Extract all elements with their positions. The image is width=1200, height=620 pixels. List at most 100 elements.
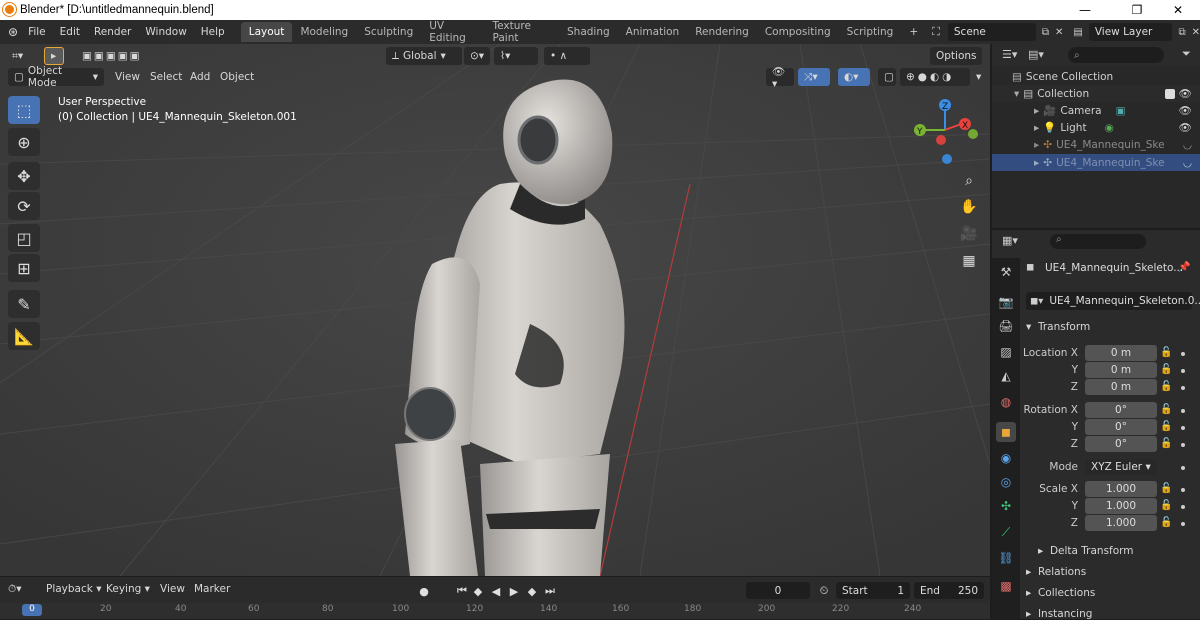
keyframe-dot-icon[interactable]: [1181, 488, 1185, 492]
camera-view-icon[interactable]: 🎥: [958, 223, 980, 245]
collections-panel[interactable]: ▸ Collections: [1026, 587, 1095, 599]
start-frame-field[interactable]: Start 1: [836, 582, 910, 599]
rotation-y-field[interactable]: 0°: [1085, 419, 1157, 435]
tab-modeling[interactable]: Modeling: [292, 22, 356, 42]
armature-data-tab-icon[interactable]: ✣: [996, 496, 1016, 516]
tool-measure-icon[interactable]: 📐: [8, 322, 40, 350]
outliner-row-scene-collection[interactable]: ▤ Scene Collection: [992, 68, 1200, 85]
keyframe-dot-icon[interactable]: [1181, 409, 1185, 413]
lock-icon[interactable]: 🔓: [1160, 500, 1172, 511]
keyframe-dot-icon[interactable]: [1181, 426, 1185, 430]
scene-icon[interactable]: ⛶: [932, 25, 940, 39]
properties-editor-icon[interactable]: ▦▾: [1002, 234, 1018, 247]
eye-icon[interactable]: 👁: [1179, 87, 1192, 100]
visibility-icon[interactable]: 👁▾: [766, 66, 794, 90]
lock-icon[interactable]: 🔓: [1160, 364, 1172, 375]
keyframe-dot-icon[interactable]: [1181, 369, 1185, 373]
view-layer-field[interactable]: View Layer: [1088, 23, 1173, 41]
expand-arrow-icon[interactable]: ▾: [1014, 88, 1019, 100]
modifier-tab-icon[interactable]: ◉: [996, 448, 1016, 468]
transform-panel-header[interactable]: ▾ Transform: [1026, 321, 1090, 333]
shading-options-icon[interactable]: ▾: [970, 68, 986, 86]
menu-window[interactable]: Window: [145, 26, 186, 38]
pin-icon[interactable]: 📌: [1178, 262, 1190, 273]
render-tab-icon[interactable]: 📷: [996, 292, 1016, 312]
scale-z-field[interactable]: 1.000: [1085, 515, 1157, 531]
menu-help[interactable]: Help: [201, 26, 225, 38]
playhead[interactable]: 0: [22, 604, 42, 616]
mode-dropdown[interactable]: ▢ Object Mode ▾: [8, 65, 104, 89]
properties-search-input[interactable]: ⌕: [1050, 234, 1146, 249]
keyframe-dot-icon[interactable]: [1181, 505, 1185, 509]
tab-animation[interactable]: Animation: [618, 22, 688, 42]
outliner-search-input[interactable]: ⌕: [1068, 47, 1164, 63]
current-frame-field[interactable]: 0: [746, 582, 810, 599]
pan-hand-icon[interactable]: ✋: [958, 196, 980, 218]
tool-select-icon[interactable]: ⬚: [8, 96, 40, 124]
expand-arrow-icon[interactable]: ▸: [1034, 105, 1039, 117]
location-z-field[interactable]: 0 m: [1085, 379, 1157, 395]
remove-scene-icon[interactable]: ✕: [1055, 27, 1063, 38]
selection-mode-icons[interactable]: ▣▣▣▣▣: [76, 47, 160, 65]
new-scene-icon[interactable]: ⧉: [1042, 27, 1049, 38]
zoom-icon[interactable]: ⌕: [958, 170, 980, 192]
editor-type-icon[interactable]: ⌗▾: [6, 47, 34, 65]
outliner-row-skeleton-selected[interactable]: ▸ ✣ UE4_Mannequin_Ske ◡: [992, 154, 1200, 171]
keyframe-dot-icon[interactable]: [1181, 522, 1185, 526]
timeline-menu-playback[interactable]: Playback ▾: [46, 583, 101, 595]
lock-icon[interactable]: 🔓: [1160, 381, 1172, 392]
pivot-point-icon[interactable]: ⊙▾: [464, 47, 490, 65]
tab-shading[interactable]: Shading: [559, 22, 618, 42]
relations-panel[interactable]: ▸ Relations: [1026, 566, 1086, 578]
lock-icon[interactable]: 🔓: [1160, 421, 1172, 432]
tab-rendering[interactable]: Rendering: [687, 22, 757, 42]
xray-icon[interactable]: ▢: [878, 68, 896, 86]
viewport-menu-add[interactable]: Add: [190, 71, 210, 83]
outliner-row-collection[interactable]: ▾ ▤ Collection 👁: [992, 85, 1200, 102]
timeline-editor-icon[interactable]: ⏱▾: [8, 583, 21, 596]
tool-cursor-icon[interactable]: ⊕: [8, 128, 40, 156]
rotation-x-field[interactable]: 0°: [1085, 402, 1157, 418]
jump-start-icon[interactable]: ⏮: [454, 583, 470, 599]
options-button[interactable]: Options: [930, 47, 982, 65]
viewport-menu-view[interactable]: View: [115, 71, 140, 83]
scene-tab-icon[interactable]: ◭: [996, 366, 1016, 386]
tab-layout[interactable]: Layout: [240, 22, 293, 42]
rotation-mode-dropdown[interactable]: XYZ Euler ▾: [1085, 459, 1157, 475]
clock-icon[interactable]: ⏲: [816, 583, 832, 599]
output-tab-icon[interactable]: 🖨: [996, 316, 1016, 336]
transform-orientation-dropdown[interactable]: ⟂ Global ▾: [386, 47, 462, 65]
expand-arrow-icon[interactable]: ▸: [1034, 139, 1039, 151]
menu-render[interactable]: Render: [94, 26, 131, 38]
keyframe-dot-icon[interactable]: [1181, 466, 1185, 470]
snap-icon[interactable]: ⌇▾: [494, 47, 538, 65]
maximize-button[interactable]: ❐: [1114, 0, 1160, 20]
tab-scripting[interactable]: Scripting: [839, 22, 902, 42]
filter-icon[interactable]: ⏷: [1182, 47, 1191, 61]
play-icon[interactable]: ▶: [506, 583, 522, 599]
overlay-toggle-icon[interactable]: ◐▾: [838, 68, 870, 86]
tool-move-icon[interactable]: ✥: [8, 162, 40, 190]
jump-end-icon[interactable]: ⏭: [542, 583, 558, 599]
tool-annotate-icon[interactable]: ✎: [8, 290, 40, 318]
menu-edit[interactable]: Edit: [60, 26, 80, 38]
prev-keyframe-icon[interactable]: ◆: [470, 583, 486, 599]
bone-tab-icon[interactable]: ⟋: [996, 522, 1016, 542]
outliner-row-light[interactable]: ▸ 💡 Light ◉ 👁: [992, 119, 1200, 136]
world-tab-icon[interactable]: ◍: [996, 392, 1016, 412]
timeline-menu-keying[interactable]: Keying ▾: [106, 583, 150, 595]
eye-closed-icon[interactable]: ◡: [1183, 139, 1192, 151]
viewport-menu-select[interactable]: Select: [150, 71, 182, 83]
minimize-button[interactable]: —: [1062, 0, 1108, 20]
blender-menu-icon[interactable]: ⊛: [8, 25, 18, 39]
proportional-edit-icon[interactable]: • ∧: [544, 47, 590, 65]
object-tab-icon[interactable]: ◼: [996, 422, 1016, 442]
instancing-panel[interactable]: ▸ Instancing: [1026, 608, 1092, 620]
location-x-field[interactable]: 0 m: [1085, 345, 1157, 361]
timeline-menu-view[interactable]: View: [160, 583, 185, 595]
tool-transform-icon[interactable]: ⊞: [8, 254, 40, 282]
lock-icon[interactable]: 🔓: [1160, 438, 1172, 449]
texture-tab-icon[interactable]: ▩: [996, 576, 1016, 596]
grid-perspective-icon[interactable]: ▦: [958, 250, 980, 272]
lock-icon[interactable]: 🔓: [1160, 483, 1172, 494]
